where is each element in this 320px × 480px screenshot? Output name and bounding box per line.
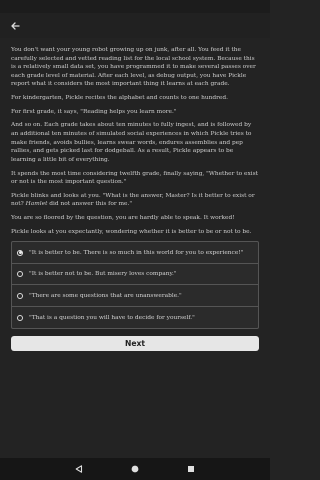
radio-button[interactable]	[17, 271, 23, 278]
story-paragraph: For first grade, it says, "Reading helps…	[11, 108, 177, 115]
status-bar	[0, 0, 270, 13]
app-bar	[0, 13, 270, 38]
story-paragraph: Pickle looks at you expectantly, wonderi…	[11, 228, 252, 235]
story-paragraph: You are so floored by the question, you …	[11, 215, 235, 222]
story-text: did not answer this for me."	[47, 201, 133, 208]
choice-label: "It is better to be. There is so much in…	[29, 249, 244, 256]
story-paragraph: You don't want your young robot growing …	[11, 47, 256, 88]
nav-back-icon[interactable]	[71, 461, 87, 477]
radio-button[interactable]	[17, 314, 23, 321]
story-paragraph: For kindergarten, Pickle recites the alp…	[11, 95, 228, 102]
choice-label: "There are some questions that are unans…	[29, 292, 182, 299]
back-arrow-icon[interactable]	[6, 17, 24, 35]
story-paragraph: And so on. Each grade takes about ten mi…	[11, 122, 252, 163]
choice-label: "That is a question you will have to dec…	[29, 314, 195, 321]
radio-button[interactable]	[17, 249, 23, 256]
story-paragraph: Pickle blinks and looks at you. "What is…	[11, 192, 259, 209]
radio-button[interactable]	[17, 292, 23, 299]
choice-option-4[interactable]: "That is a question you will have to dec…	[12, 307, 258, 329]
nav-recents-icon[interactable]	[183, 461, 199, 477]
choice-option-1[interactable]: "It is better to be. There is so much in…	[12, 242, 258, 264]
story-paragraph: It spends the most time considering twel…	[11, 170, 258, 186]
book-title: Hamlet	[25, 201, 48, 208]
choice-label: "It is better not to be. But misery love…	[29, 271, 177, 278]
choice-option-3[interactable]: "There are some questions that are unans…	[12, 285, 258, 307]
choice-option-2[interactable]: "It is better not to be. But misery love…	[12, 264, 258, 286]
system-nav-bar	[0, 458, 270, 480]
nav-home-icon[interactable]	[127, 461, 143, 477]
story-content: You don't want your young robot growing …	[0, 38, 270, 458]
choice-list: "It is better to be. There is so much in…	[11, 241, 259, 330]
next-button[interactable]: Next	[11, 336, 259, 352]
